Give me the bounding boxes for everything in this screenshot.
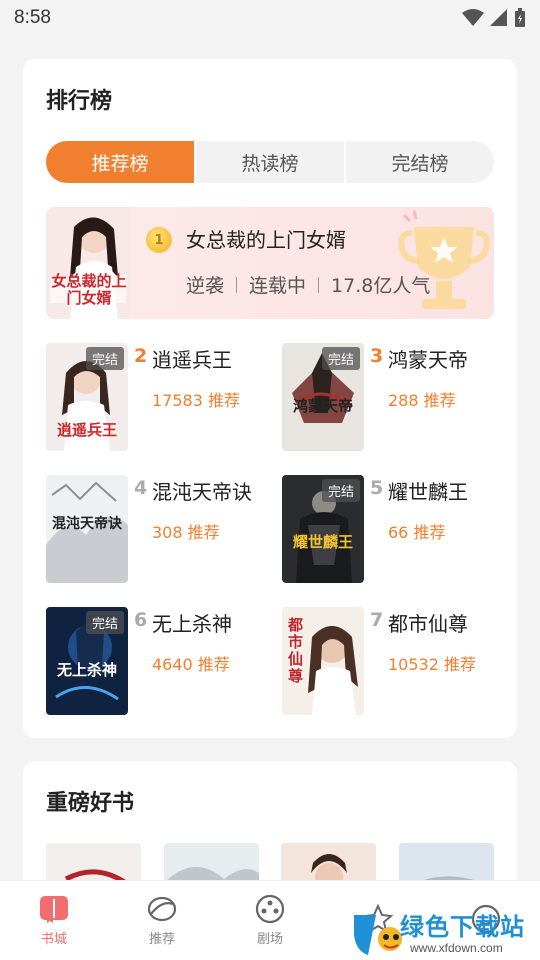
- top-book-title: 女总裁的上门女婿: [186, 228, 346, 252]
- completed-badge: 完结: [85, 611, 124, 634]
- cover-title-text: 都市仙尊: [288, 616, 304, 685]
- nav-label: 剧场: [256, 932, 283, 947]
- nav-theater[interactable]: 剧场: [216, 881, 324, 960]
- theater-icon: [255, 894, 285, 924]
- top-book-status: 连载中: [249, 275, 307, 297]
- book-title: 都市仙尊: [388, 612, 468, 636]
- nav-label: 书城: [40, 932, 67, 947]
- book-title: 鸿蒙天帝: [388, 348, 468, 372]
- tab-completed[interactable]: 完结榜: [346, 141, 494, 183]
- recommend-icon: [147, 896, 177, 922]
- book-rank-number: 4: [134, 477, 148, 499]
- book-cover: 都市仙尊: [282, 607, 364, 715]
- signal-icon: [490, 9, 507, 26]
- tab-recommend[interactable]: 推荐榜: [46, 141, 194, 183]
- book-recommend-count: 288 推荐: [388, 391, 456, 410]
- book-cover: 女总裁的上门女婿: [46, 207, 131, 319]
- nav-label: 推荐: [148, 932, 175, 947]
- cover-title-text: 逍遥兵王: [56, 421, 117, 439]
- rank-medal-icon: 1: [146, 227, 172, 253]
- ranked-book-5[interactable]: 耀世麟王 完结 5 耀世麟王 66 推荐: [282, 475, 512, 585]
- book-recommend-count: 10532 推荐: [388, 655, 476, 674]
- book-rank-number: 3: [370, 345, 384, 367]
- book-recommend-count: 17583 推荐: [152, 391, 240, 410]
- ranking-title: 排行榜: [46, 89, 113, 114]
- ranking-card: 排行榜 推荐榜 热读榜 完结榜 女总裁的上门女婿 1 女总裁的上门女婿 逆袭 连…: [23, 59, 517, 738]
- ranked-book-2[interactable]: 逍遥兵王 完结 2 逍遥兵王 17583 推荐: [46, 343, 276, 453]
- status-icons: [462, 8, 526, 28]
- watermark-text: 绿色下载站: [400, 913, 525, 941]
- watermark-logo-icon: [354, 915, 402, 955]
- book-cover: 耀世麟王 完结: [282, 475, 364, 583]
- meta-divider: [236, 276, 238, 293]
- top-book-tag: 逆袭: [186, 275, 225, 297]
- cover-title-text: 耀世麟王: [292, 533, 353, 551]
- cover-title-text: 女总裁的上门女婿: [51, 272, 127, 307]
- completed-badge: 完结: [321, 479, 360, 502]
- meta-divider: [318, 276, 320, 293]
- book-title: 耀世麟王: [388, 480, 468, 504]
- ranked-book-6[interactable]: 无上杀神 完结 6 无上杀神 4640 推荐: [46, 607, 276, 717]
- book-cover: 鸿蒙天帝 完结: [282, 343, 364, 451]
- battery-icon: [515, 8, 525, 27]
- cover-title-text: 鸿蒙天帝: [292, 397, 353, 415]
- status-bar: 8:58: [0, 0, 540, 36]
- completed-badge: 完结: [85, 347, 124, 370]
- top-ranked-book[interactable]: 女总裁的上门女婿 1 女总裁的上门女婿 逆袭 连载中 17.8亿人气: [46, 207, 494, 319]
- book-icon: [40, 896, 68, 923]
- ranking-tabs: 推荐榜 热读榜 完结榜: [46, 141, 494, 183]
- book-title: 逍遥兵王: [152, 348, 232, 372]
- watermark-url: www.xfdown.com: [410, 941, 503, 955]
- tab-hot-read[interactable]: 热读榜: [196, 141, 344, 183]
- book-title: 无上杀神: [152, 612, 232, 636]
- heavy-books-title: 重磅好书: [46, 791, 135, 816]
- nav-bookstore[interactable]: 书城: [0, 881, 108, 960]
- book-rank-number: 2: [134, 345, 148, 367]
- book-rank-number: 6: [134, 609, 148, 631]
- trophy-icon: [398, 210, 490, 309]
- book-recommend-count: 308 推荐: [152, 523, 220, 542]
- ranked-book-7[interactable]: 都市仙尊 7 都市仙尊 10532 推荐: [282, 607, 512, 717]
- book-rank-number: 5: [370, 477, 384, 499]
- nav-recommend[interactable]: 推荐: [108, 881, 216, 960]
- site-watermark: 绿色下载站 www.xfdown.com: [348, 905, 538, 960]
- book-title: 混沌天帝诀: [152, 480, 252, 504]
- book-recommend-count: 4640 推荐: [152, 655, 230, 674]
- book-recommend-count: 66 推荐: [388, 523, 446, 542]
- book-cover: 混沌天帝诀: [46, 475, 128, 583]
- book-rank-number: 7: [370, 609, 384, 631]
- ranked-book-4[interactable]: 混沌天帝诀 4 混沌天帝诀 308 推荐: [46, 475, 276, 585]
- book-cover: 逍遥兵王 完结: [46, 343, 128, 451]
- wifi-icon: [462, 9, 484, 26]
- cover-title-text: 混沌天帝诀: [52, 516, 122, 532]
- cover-title-text: 无上杀神: [56, 661, 117, 679]
- status-time: 8:58: [14, 7, 51, 28]
- ranked-book-3[interactable]: 鸿蒙天帝 完结 3 鸿蒙天帝 288 推荐: [282, 343, 512, 453]
- completed-badge: 完结: [321, 347, 360, 370]
- book-cover: 无上杀神 完结: [46, 607, 128, 715]
